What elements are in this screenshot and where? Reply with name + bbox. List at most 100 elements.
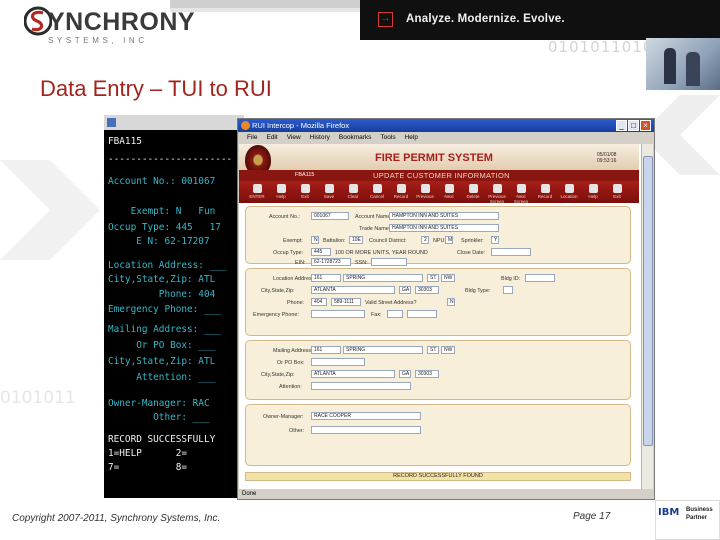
sprinkler-field[interactable]: Y (491, 236, 499, 244)
toolbar-icon (372, 184, 382, 193)
toolbar-icon (588, 184, 598, 193)
location-zip-field[interactable]: 30303 (415, 286, 439, 294)
logo-text: YNCHRONY (48, 8, 196, 36)
emergency-phone-label: Emergency Phone: (253, 312, 299, 318)
toolbar-button-enter[interactable]: ENTER (247, 183, 267, 201)
terminal-window[interactable]: FBA115 ---------------------- Account No.:… (104, 115, 244, 498)
ein-field[interactable]: 62-1728723 (311, 258, 351, 266)
mailing-number-field[interactable]: 161 (311, 346, 341, 354)
ssn-field[interactable] (371, 258, 407, 266)
account-no-label: Account No.: (269, 214, 300, 220)
toolbar-button-label: Exit (301, 194, 309, 199)
toolbar-button-save[interactable]: Save (319, 183, 339, 201)
toolbar-button-cancel[interactable]: Cancel (367, 183, 387, 201)
toolbar-button-location[interactable]: Location (559, 183, 579, 201)
location-state-field[interactable]: GA (399, 286, 411, 294)
maximize-icon[interactable]: □ (628, 120, 639, 131)
toolbar-button-help[interactable]: Help (583, 183, 603, 201)
toolbar-button-delete[interactable]: Delete (463, 183, 483, 201)
toolbar-button-previous[interactable]: Previous (415, 183, 435, 201)
location-city-label: City,State,Zip: (261, 288, 295, 294)
minimize-icon[interactable]: _ (616, 120, 627, 131)
toolbar-button-next-screen[interactable]: Next Screen (511, 183, 531, 204)
location-city-field[interactable]: ATLANTA (311, 286, 395, 294)
phone-area-field[interactable]: 404 (311, 298, 327, 306)
owner-manager-label: Owner-Manager: (263, 414, 304, 420)
terminal-line: ---------------------- (108, 154, 233, 165)
council-district-field[interactable]: 2 (421, 236, 429, 244)
valid-street-field[interactable]: N (447, 298, 455, 306)
terminal-line: Mailing Address: ___ (108, 324, 221, 335)
trade-name-field[interactable]: HAMPTON INN AND SUITES (389, 224, 499, 232)
browser-title-bar[interactable]: RUI Intercop - Mozilla Firefox _ □ × (238, 119, 654, 132)
toolbar-button-next[interactable]: Next (439, 183, 459, 201)
terminal-title-bar[interactable] (104, 115, 244, 130)
toolbar-button-clear[interactable]: Clear (343, 183, 363, 201)
toolbar-button-exit[interactable]: Exit (295, 183, 315, 201)
terminal-line: Owner-Manager: RAC (108, 398, 210, 409)
terminal-line: 1=HELP 2= (108, 448, 188, 459)
toolbar-button-help[interactable]: Help (271, 183, 291, 201)
menu-item-help[interactable]: Help (405, 134, 418, 141)
mailing-state-field[interactable]: GA (399, 370, 411, 378)
fax-area-field[interactable] (387, 310, 403, 318)
close-date-field[interactable] (491, 248, 531, 256)
toolbar-button-record[interactable]: Record (391, 183, 411, 201)
occup-type-field[interactable]: 445 (311, 248, 331, 256)
menu-item-history[interactable]: History (310, 134, 330, 141)
menu-item-edit[interactable]: Edit (266, 134, 277, 141)
toolbar-button-record[interactable]: Record (535, 183, 555, 201)
phone-number-field[interactable]: 589-1111 (331, 298, 361, 306)
mailing-city-field[interactable]: ATLANTA (311, 370, 395, 378)
page-number: Page 17 (573, 511, 611, 522)
browser-window[interactable]: RUI Intercop - Mozilla Firefox _ □ × Fil… (237, 118, 655, 500)
location-st-field[interactable]: ST (427, 274, 439, 282)
po-box-field[interactable] (311, 358, 365, 366)
location-number-field[interactable]: 161 (311, 274, 341, 282)
menu-item-view[interactable]: View (287, 134, 301, 141)
npu-field[interactable]: M (445, 236, 453, 244)
account-name-field[interactable]: HAMPTON INN AND SUITES (389, 212, 499, 220)
fax-number-field[interactable] (407, 310, 437, 318)
toolbar-button-previous-screen[interactable]: Previous Screen (487, 183, 507, 204)
business-people-photo (646, 38, 720, 90)
menu-item-tools[interactable]: Tools (380, 134, 395, 141)
mailing-street-field[interactable]: SPRING (343, 346, 423, 354)
attention-label: Attention: (279, 384, 302, 390)
close-icon[interactable]: × (640, 120, 651, 131)
app-date: 05/01/08 09:53:16 (597, 152, 616, 164)
account-name-label: Account Name: (355, 214, 392, 220)
attention-field[interactable] (311, 382, 411, 390)
emergency-phone-field[interactable] (311, 310, 365, 318)
toolbar-button-label: Location (560, 194, 578, 199)
mailing-zip-field[interactable]: 30303 (415, 370, 439, 378)
other-field[interactable] (311, 426, 421, 434)
binary-background-text: 0101011 (0, 388, 76, 408)
mailing-address-label: Mailing Address: (273, 348, 313, 354)
bldg-type-field[interactable] (503, 286, 513, 294)
toolbar-button-exit[interactable]: Exit (607, 183, 627, 201)
scrollbar-thumb[interactable] (643, 156, 653, 446)
terminal-line: Or PO Box: ___ (108, 340, 216, 351)
bldg-id-field[interactable] (525, 274, 555, 282)
account-no-field[interactable]: 001067 (311, 212, 349, 220)
fire-permit-page: FIRE PERMIT SYSTEM 05/01/08 09:53:16 FBA… (239, 144, 653, 489)
mailing-dir-field[interactable]: NW (441, 346, 455, 354)
trade-name-label: Trade Name: (359, 226, 391, 232)
terminal-icon (107, 118, 116, 127)
occup-description: 100 OR MORE UNITS, YEAR ROUND (335, 250, 428, 256)
menu-item-bookmarks[interactable]: Bookmarks (339, 134, 372, 141)
owner-manager-field[interactable]: RACE COOPER (311, 412, 421, 420)
battalion-field[interactable]: 10E (349, 236, 363, 244)
location-dir-field[interactable]: NW (441, 274, 455, 282)
exempt-field[interactable]: N (311, 236, 319, 244)
location-street-field[interactable]: SPRING (343, 274, 423, 282)
terminal-line: Account No.: 001067 (108, 176, 216, 187)
toolbar-button-label: Delete (466, 194, 480, 199)
ssn-label: SSN: (355, 260, 368, 266)
menu-item-file[interactable]: File (247, 134, 257, 141)
mailing-st-field[interactable]: ST (427, 346, 439, 354)
page-scrollbar[interactable] (641, 144, 653, 489)
occup-type-label: Occup Type: (273, 250, 304, 256)
terminal-line: City,State,Zip: ATL (108, 356, 216, 367)
